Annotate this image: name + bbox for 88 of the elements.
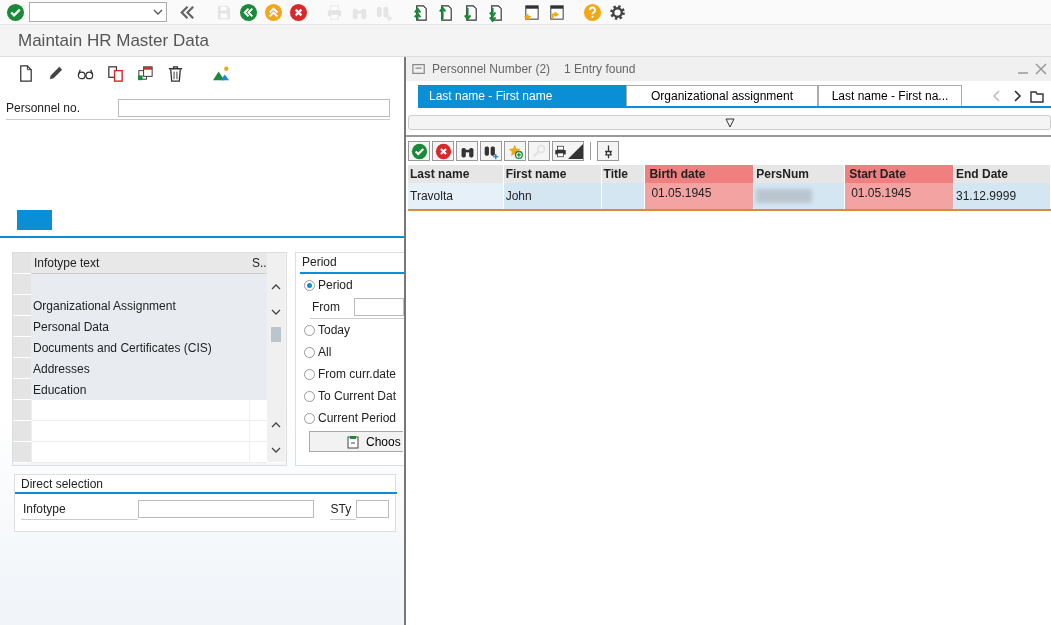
tab[interactable]: Last name - First name: [418, 85, 626, 106]
command-field[interactable]: [29, 2, 167, 22]
cancel-button[interactable]: [287, 1, 309, 23]
table-cell[interactable]: 01.05.1945: [644, 183, 754, 210]
column-header: S..: [249, 253, 267, 274]
star-plus-button[interactable]: [504, 141, 526, 161]
filter-bar[interactable]: [408, 115, 1051, 130]
radio-label: Current Period: [318, 411, 397, 425]
blurred-value: [756, 189, 813, 203]
table-cell[interactable]: [31, 274, 267, 295]
table-cell[interactable]: Addresses: [31, 358, 267, 379]
filter-icon: [724, 117, 735, 128]
pin-button[interactable]: [597, 141, 619, 161]
radio-label: Today: [318, 323, 351, 337]
table-cell[interactable]: [31, 400, 249, 421]
clipboard-icon: [346, 434, 360, 449]
column-header[interactable]: PersNum: [753, 165, 845, 183]
dropdown-icon: [153, 7, 163, 17]
radio-label: Period: [318, 278, 353, 292]
table-cell[interactable]: 01.05.1945: [844, 183, 954, 210]
table-cell[interactable]: Travolta: [408, 183, 504, 210]
field-label: STy: [330, 498, 356, 520]
radio-button[interactable]: [304, 412, 315, 424]
back-button[interactable]: [237, 1, 259, 23]
binoculars-button[interactable]: [456, 141, 478, 161]
row-selector[interactable]: [13, 274, 31, 295]
table-cell[interactable]: Personal Data: [31, 316, 267, 337]
table-cell[interactable]: Documents and Certificates (CIS): [31, 337, 267, 358]
dropdown-icon: [568, 142, 583, 160]
column-header[interactable]: Title: [601, 165, 645, 183]
column-header[interactable]: End Date: [953, 165, 1051, 183]
radio-label: All: [318, 345, 332, 359]
row-selector[interactable]: [13, 400, 31, 421]
check-button[interactable]: [4, 1, 26, 23]
row-selector[interactable]: [13, 337, 31, 358]
row-selector[interactable]: [13, 358, 31, 379]
table-cell[interactable]: 31.12.9999: [953, 183, 1051, 210]
column-header[interactable]: Last name: [408, 165, 504, 183]
check-button[interactable]: [408, 141, 430, 161]
input-field[interactable]: [138, 500, 315, 518]
radio-button[interactable]: [304, 324, 315, 336]
row-selector[interactable]: [13, 316, 31, 337]
table-cell[interactable]: [31, 442, 249, 463]
table-cell[interactable]: John: [503, 183, 601, 210]
status-text: 1 Entry found: [564, 62, 636, 76]
column-header: Infotype text: [31, 253, 249, 274]
field-label: Personnel no.: [6, 101, 82, 115]
row-selector[interactable]: [13, 295, 31, 316]
binoculars-plus-button[interactable]: [480, 141, 502, 161]
input-field[interactable]: [118, 99, 390, 117]
table-cell[interactable]: Education: [31, 379, 267, 400]
row-selector[interactable]: [13, 421, 31, 442]
copy-icon: [105, 63, 125, 83]
table-cell[interactable]: Organizational Assignment: [31, 295, 267, 316]
scrollbar[interactable]: [267, 253, 285, 463]
star-plus-icon: [506, 142, 524, 160]
popup-title: Personnel Number (2): [432, 62, 551, 76]
cancel-button[interactable]: [432, 141, 454, 161]
radio-button[interactable]: [304, 390, 315, 402]
radio-label: From curr.date: [318, 367, 397, 381]
input-field[interactable]: [355, 500, 389, 518]
column-header[interactable]: Start Date: [844, 165, 954, 183]
radio-button[interactable]: [304, 368, 315, 380]
tab[interactable]: Last name - First na...: [818, 85, 962, 106]
cancel-icon: [434, 142, 452, 160]
row-selector[interactable]: [13, 379, 31, 400]
folder-icon[interactable]: [1030, 88, 1044, 103]
input-field[interactable]: [354, 298, 404, 316]
scrollbar-thumb[interactable]: [271, 327, 281, 342]
calendar-icon: [135, 63, 155, 83]
tab[interactable]: Organizational assignment: [626, 85, 818, 106]
radio-button[interactable]: [304, 279, 315, 291]
list-icon: [412, 62, 426, 76]
radio-button[interactable]: [304, 346, 315, 358]
column-header[interactable]: First name: [503, 165, 601, 183]
table-cell[interactable]: [31, 421, 249, 442]
settings-icon: [607, 2, 627, 22]
choose-button[interactable]: Choos: [309, 431, 403, 452]
print-button[interactable]: [552, 141, 584, 161]
field-label: From: [311, 300, 341, 314]
column-header[interactable]: Birth date: [644, 165, 754, 183]
radio-label: To Current Dat: [318, 389, 397, 403]
row-selector[interactable]: [13, 442, 31, 463]
page-title: Maintain HR Master Data: [0, 24, 1051, 57]
table-corner[interactable]: [13, 253, 31, 274]
close-icon[interactable]: [1035, 63, 1047, 75]
group-title: Direct selection: [15, 475, 397, 494]
check-icon: [410, 142, 428, 160]
